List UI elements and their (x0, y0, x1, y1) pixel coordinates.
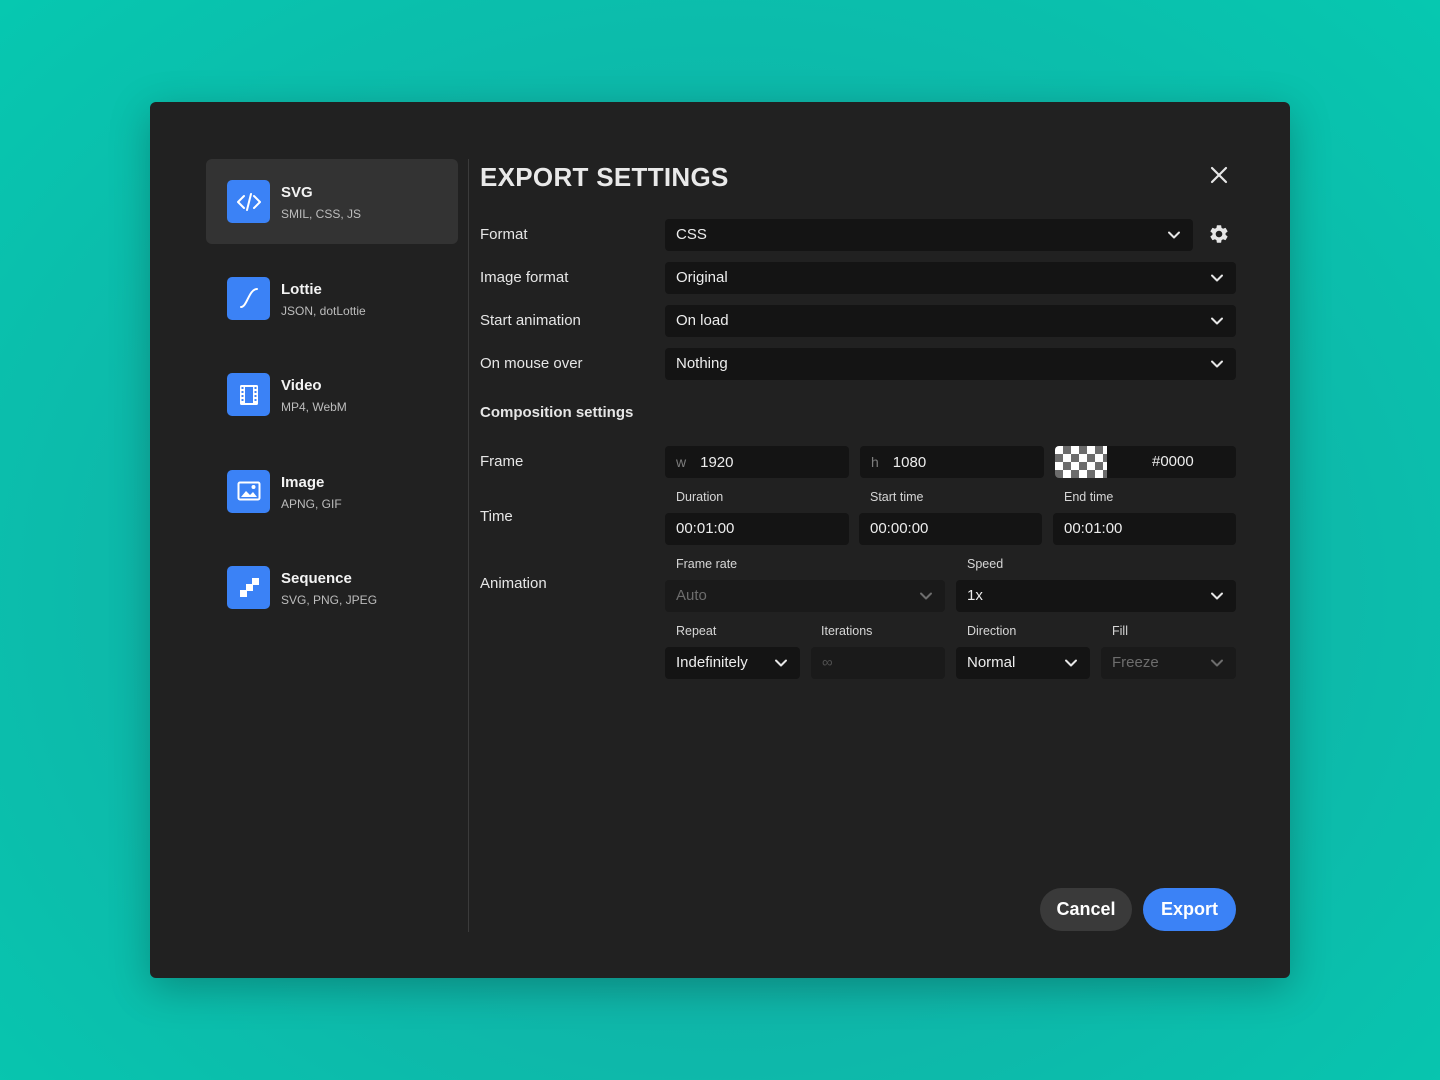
mouse-over-value: Nothing (676, 355, 728, 372)
repeat-label: Repeat (676, 624, 717, 638)
format-select[interactable]: CSS (665, 219, 1193, 251)
frame-rate-value: Auto (676, 587, 707, 604)
composition-heading: Composition settings (480, 404, 634, 421)
sidebar-item-subtitle: SVG, PNG, JPEG (281, 593, 378, 607)
sidebar-item-video[interactable]: Video MP4, WebM (206, 352, 458, 437)
format-settings-button[interactable] (1208, 223, 1230, 245)
frame-height-input[interactable]: h 1080 (860, 446, 1044, 478)
transparency-swatch[interactable] (1055, 446, 1107, 478)
format-sidebar: SVG SMIL, CSS, JS Lottie JSON, dotLottie (206, 159, 458, 642)
sidebar-item-image[interactable]: Image APNG, GIF (206, 449, 458, 534)
start-time-label: Start time (870, 490, 924, 504)
start-animation-value: On load (676, 312, 729, 329)
time-label: Time (480, 508, 513, 525)
width-value: 1920 (700, 454, 734, 471)
export-dialog: SVG SMIL, CSS, JS Lottie JSON, dotLottie (150, 102, 1290, 978)
mouse-over-label: On mouse over (480, 355, 583, 372)
background-color-value: #0000 (1152, 453, 1194, 470)
image-format-label: Image format (480, 269, 569, 286)
sequence-icon (227, 566, 270, 609)
duration-value: 00:01:00 (676, 520, 735, 537)
fill-value: Freeze (1112, 654, 1159, 671)
sidebar-item-title: Image (281, 473, 325, 491)
close-button[interactable] (1208, 164, 1230, 186)
end-time-input[interactable]: 00:01:00 (1053, 513, 1236, 545)
code-icon (227, 180, 270, 223)
chevron-down-icon (1211, 274, 1223, 282)
sidebar-item-svg[interactable]: SVG SMIL, CSS, JS (206, 159, 458, 244)
sidebar-item-subtitle: MP4, WebM (281, 400, 347, 414)
start-time-value: 00:00:00 (870, 520, 929, 537)
image-icon (227, 469, 270, 513)
direction-value: Normal (967, 654, 1016, 671)
curve-icon (227, 276, 270, 320)
fill-label: Fill (1112, 624, 1128, 638)
frame-width-input[interactable]: w 1920 (665, 446, 849, 478)
sidebar-item-title: Sequence (281, 570, 352, 587)
repeat-select[interactable]: Indefinitely (665, 647, 800, 679)
frame-rate-select[interactable]: Auto (665, 580, 945, 612)
chevron-down-icon (1211, 592, 1223, 600)
chevron-down-icon (1211, 659, 1223, 667)
duration-input[interactable]: 00:01:00 (665, 513, 849, 545)
iterations-label: Iterations (821, 624, 873, 638)
chevron-down-icon (1065, 659, 1077, 667)
start-time-input[interactable]: 00:00:00 (859, 513, 1042, 545)
fill-select[interactable]: Freeze (1101, 647, 1236, 679)
start-animation-label: Start animation (480, 312, 581, 329)
export-button[interactable]: Export (1143, 888, 1236, 931)
sidebar-item-title: Lottie (281, 280, 322, 298)
width-prefix: w (676, 454, 687, 470)
image-format-value: Original (676, 269, 728, 286)
speed-value: 1x (967, 587, 983, 604)
sidebar-item-subtitle: SMIL, CSS, JS (281, 207, 362, 221)
speed-label: Speed (967, 557, 1004, 571)
sidebar-item-subtitle: APNG, GIF (281, 496, 342, 511)
sidebar-item-title: SVG (281, 184, 313, 201)
speed-select[interactable]: 1x (956, 580, 1236, 612)
sidebar-item-subtitle: JSON, dotLottie (281, 303, 366, 318)
chevron-down-icon (1168, 231, 1180, 239)
chevron-down-icon (775, 659, 787, 667)
sidebar-item-title: Video (281, 377, 322, 394)
start-animation-select[interactable]: On load (665, 305, 1236, 337)
format-value: CSS (676, 226, 707, 243)
frame-rate-label: Frame rate (676, 557, 738, 571)
repeat-value: Indefinitely (676, 654, 748, 671)
gear-icon (1210, 225, 1228, 243)
chevron-down-icon (1211, 360, 1223, 368)
background-color-input[interactable]: #0000 (1055, 446, 1236, 478)
direction-select[interactable]: Normal (956, 647, 1090, 679)
sidebar-item-sequence[interactable]: Sequence SVG, PNG, JPEG (206, 545, 458, 630)
end-time-label: End time (1064, 490, 1114, 504)
animation-label: Animation (480, 575, 547, 592)
iterations-placeholder: ∞ (822, 654, 833, 671)
chevron-down-icon (920, 592, 932, 600)
duration-label: Duration (676, 490, 724, 504)
page-title: EXPORT SETTINGS (480, 162, 729, 192)
direction-label: Direction (967, 624, 1017, 638)
sidebar-item-lottie[interactable]: Lottie JSON, dotLottie (206, 256, 458, 341)
height-prefix: h (871, 454, 879, 470)
image-format-select[interactable]: Original (665, 262, 1236, 294)
mouse-over-select[interactable]: Nothing (665, 348, 1236, 380)
panel-divider (468, 159, 469, 932)
format-label: Format (480, 226, 528, 243)
end-time-value: 00:01:00 (1064, 520, 1123, 537)
close-icon (1210, 166, 1228, 184)
iterations-input[interactable]: ∞ (811, 647, 945, 679)
chevron-down-icon (1211, 317, 1223, 325)
frame-label: Frame (480, 453, 524, 470)
height-value: 1080 (892, 454, 927, 471)
cancel-button[interactable]: Cancel (1040, 888, 1132, 931)
film-icon (227, 373, 270, 416)
